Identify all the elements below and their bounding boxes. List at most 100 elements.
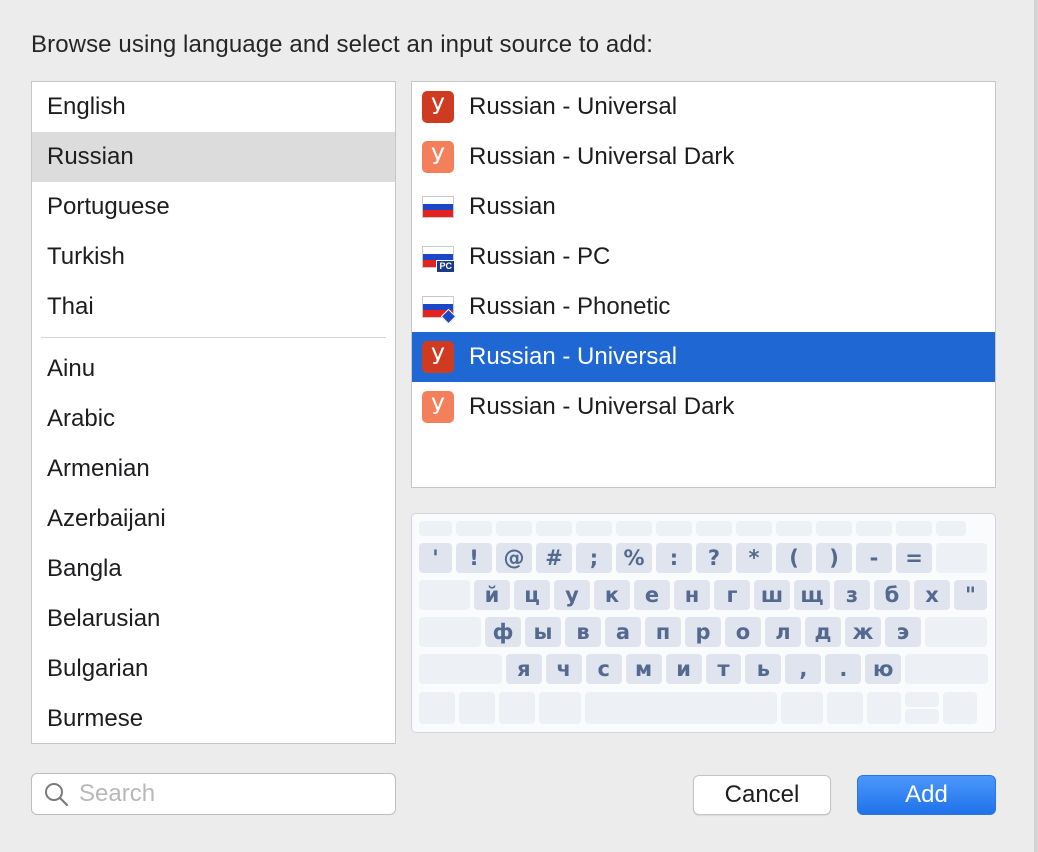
language-item-ainu[interactable]: Ainu xyxy=(32,344,395,394)
source-item-label: Russian - Phonetic xyxy=(469,293,671,320)
search-input[interactable] xyxy=(79,780,379,808)
keyboard-key: ю xyxy=(865,654,902,684)
source-item-label: Russian - PC xyxy=(469,243,611,270)
keyboard-modifier-row xyxy=(419,692,988,724)
language-item-portuguese[interactable]: Portuguese xyxy=(32,182,395,232)
keyboard-key-shift xyxy=(419,654,502,684)
keyboard-key: - xyxy=(856,543,892,573)
source-item-russian-universal-dark-2[interactable]: У Russian - Universal Dark xyxy=(412,382,995,432)
language-item-thai[interactable]: Thai xyxy=(32,282,395,332)
keyboard-key: @ xyxy=(496,543,532,573)
language-item-english[interactable]: English xyxy=(32,82,395,132)
keyboard-key xyxy=(856,521,892,536)
keyboard-key: # xyxy=(536,543,572,573)
keyboard-key-arrow-right xyxy=(943,692,977,724)
keyboard-key xyxy=(816,521,852,536)
language-item-bulgarian[interactable]: Bulgarian xyxy=(32,644,395,694)
language-item-turkish[interactable]: Turkish xyxy=(32,232,395,282)
keyboard-key: , xyxy=(785,654,822,684)
keyboard-key: с xyxy=(585,654,622,684)
keyboard-key: ь xyxy=(745,654,782,684)
keyboard-top-letter-row: й ц у к е н г ш щ з б х " xyxy=(419,580,988,610)
keyboard-key-return xyxy=(925,617,987,647)
yandex-u-light-icon: У xyxy=(422,391,454,423)
keyboard-key-tab xyxy=(419,580,470,610)
instruction-text: Browse using language and select an inpu… xyxy=(31,31,654,58)
keyboard-key: р xyxy=(685,617,721,647)
keyboard-key xyxy=(656,521,692,536)
language-item-bangla[interactable]: Bangla xyxy=(32,544,395,594)
keyboard-function-row xyxy=(419,521,988,536)
source-item-russian-phonetic[interactable]: Russian - Phonetic xyxy=(412,282,995,332)
keyboard-key: = xyxy=(896,543,932,573)
yandex-u-dark-icon: У xyxy=(422,341,454,373)
source-item-russian-pc[interactable]: PC Russian - PC xyxy=(412,232,995,282)
yandex-u-dark-icon: У xyxy=(422,91,454,123)
keyboard-key-caps xyxy=(419,617,481,647)
keyboard-key: ч xyxy=(545,654,582,684)
keyboard-key: . xyxy=(825,654,862,684)
keyboard-key xyxy=(419,521,452,536)
source-item-label: Russian - Universal xyxy=(469,343,678,370)
keyboard-key: п xyxy=(645,617,681,647)
source-item-russian-universal-selected[interactable]: У Russian - Universal xyxy=(412,332,995,382)
language-list[interactable]: English Russian Portuguese Turkish Thai … xyxy=(31,81,396,744)
source-item-russian[interactable]: Russian xyxy=(412,182,995,232)
keyboard-key-option-right xyxy=(827,692,863,724)
source-item-russian-universal-dark[interactable]: У Russian - Universal Dark xyxy=(412,132,995,182)
keyboard-key: ) xyxy=(816,543,852,573)
keyboard-key xyxy=(576,521,612,536)
keyboard-key-shift-right xyxy=(905,654,989,684)
keyboard-key: д xyxy=(805,617,841,647)
source-item-label: Russian - Universal xyxy=(469,93,678,120)
keyboard-key-arrow-up xyxy=(905,692,939,707)
keyboard-key-fn xyxy=(419,692,455,724)
search-field[interactable] xyxy=(31,773,396,815)
language-item-belarusian[interactable]: Belarusian xyxy=(32,594,395,644)
keyboard-key: а xyxy=(605,617,641,647)
keyboard-key-delete xyxy=(936,543,987,573)
keyboard-key: ж xyxy=(845,617,881,647)
source-item-label: Russian - Universal Dark xyxy=(469,143,735,170)
keyboard-key: в xyxy=(565,617,601,647)
keyboard-key: х xyxy=(914,580,950,610)
language-item-armenian[interactable]: Armenian xyxy=(32,444,395,494)
keyboard-key: г xyxy=(714,580,750,610)
russian-flag-phonetic-icon xyxy=(422,291,457,325)
keyboard-key: % xyxy=(616,543,652,573)
language-item-russian[interactable]: Russian xyxy=(32,132,395,182)
keyboard-key xyxy=(896,521,932,536)
keyboard-key: б xyxy=(874,580,910,610)
keyboard-key: * xyxy=(736,543,772,573)
keyboard-key: з xyxy=(834,580,870,610)
add-button[interactable]: Add xyxy=(857,775,996,815)
keyboard-key: щ xyxy=(794,580,830,610)
keyboard-key xyxy=(776,521,812,536)
keyboard-key: : xyxy=(656,543,692,573)
keyboard-key: к xyxy=(594,580,630,610)
keyboard-key: и xyxy=(665,654,702,684)
keyboard-key: ; xyxy=(576,543,612,573)
keyboard-key-arrow-left xyxy=(867,692,901,724)
cancel-button[interactable]: Cancel xyxy=(693,775,831,815)
source-item-label: Russian xyxy=(469,193,556,220)
language-item-azerbaijani[interactable]: Azerbaijani xyxy=(32,494,395,544)
keyboard-key: я xyxy=(505,654,542,684)
keyboard-number-row: ' ! @ # ; % : ? * ( ) - = xyxy=(419,543,988,573)
keyboard-key-option xyxy=(499,692,535,724)
keyboard-home-row: ф ы в а п р о л д ж э xyxy=(419,617,988,647)
input-source-list[interactable]: У Russian - Universal У Russian - Univer… xyxy=(411,81,996,488)
source-item-russian-universal[interactable]: У Russian - Universal xyxy=(412,82,995,132)
language-list-divider xyxy=(32,332,395,344)
keyboard-arrow-updown xyxy=(905,692,939,724)
keyboard-bottom-letter-row: я ч с м и т ь , . ю xyxy=(419,654,989,684)
language-item-burmese[interactable]: Burmese xyxy=(32,694,395,743)
keyboard-key xyxy=(696,521,732,536)
keyboard-key xyxy=(536,521,572,536)
keyboard-key: о xyxy=(725,617,761,647)
keyboard-key xyxy=(936,521,966,536)
keyboard-key: ы xyxy=(525,617,561,647)
search-icon xyxy=(45,783,69,807)
language-item-arabic[interactable]: Arabic xyxy=(32,394,395,444)
keyboard-key: ! xyxy=(456,543,492,573)
